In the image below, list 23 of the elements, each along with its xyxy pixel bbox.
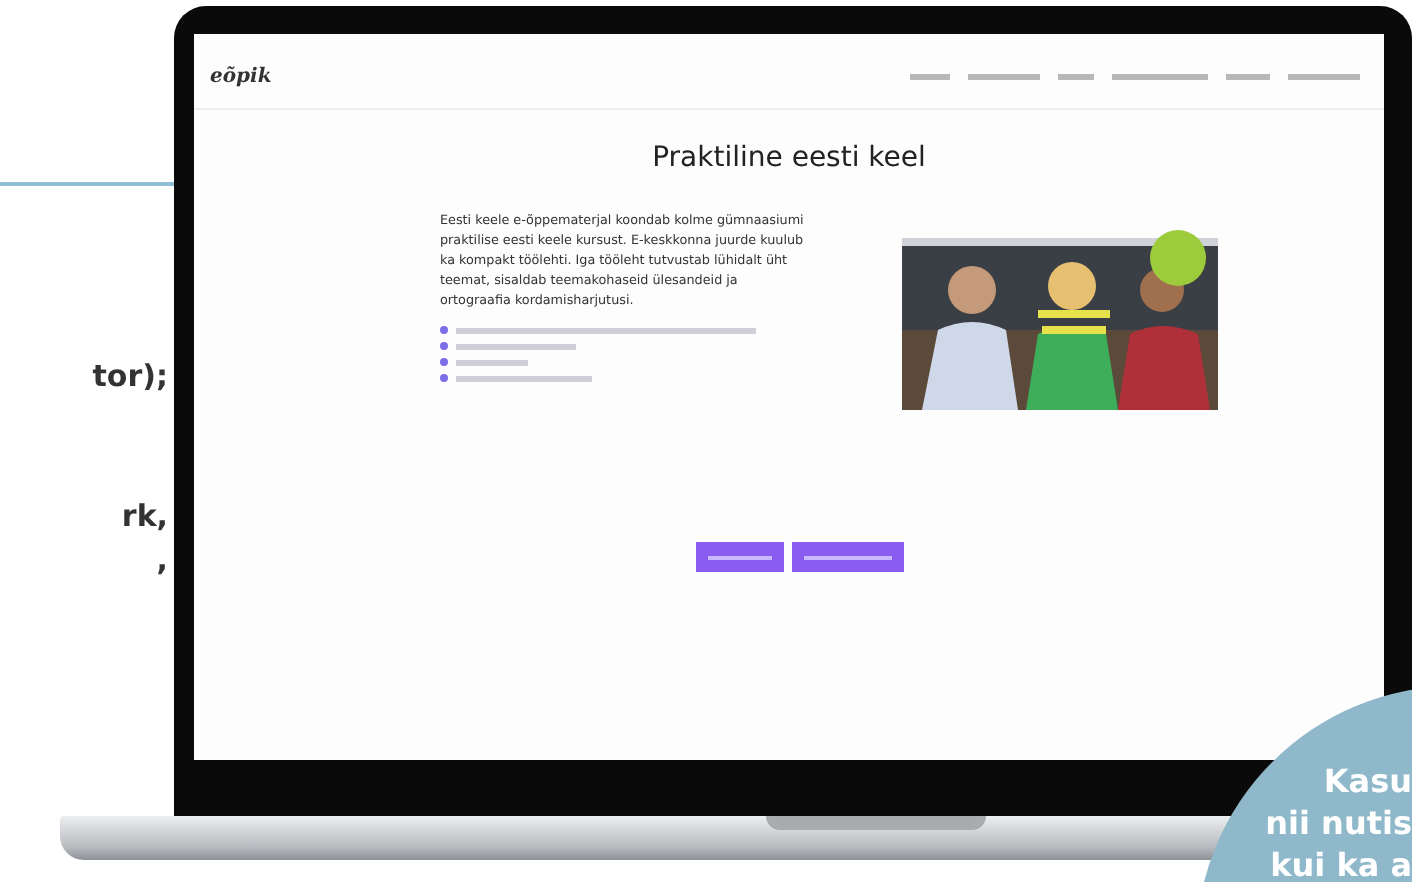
action-button[interactable] [791, 542, 903, 572]
bullet-icon [440, 342, 448, 350]
text-fragment: tor); [92, 358, 170, 394]
bullet-icon [440, 374, 448, 382]
text-fragment: , [156, 542, 170, 578]
site-logo[interactable]: eõpik [210, 66, 272, 88]
list-item [456, 343, 576, 349]
nav-link[interactable] [968, 74, 1040, 80]
nav-link[interactable] [1288, 74, 1360, 80]
bullet-icon [440, 326, 448, 334]
action-button[interactable] [695, 542, 783, 572]
page-title: Praktiline eesti keel [652, 142, 926, 174]
callout-text: Kasu [1323, 760, 1412, 802]
nav-link[interactable] [1058, 74, 1094, 80]
nav-link[interactable] [1226, 74, 1270, 80]
list-item [456, 359, 528, 365]
bullet-icon [440, 358, 448, 366]
callout-text: kui ka a [1270, 844, 1412, 882]
nav-link[interactable] [910, 74, 950, 80]
nav-link[interactable] [1112, 74, 1208, 80]
list-item [456, 375, 592, 381]
text-fragment: rk, [121, 498, 170, 534]
callout-text: nii nutis [1265, 802, 1412, 844]
